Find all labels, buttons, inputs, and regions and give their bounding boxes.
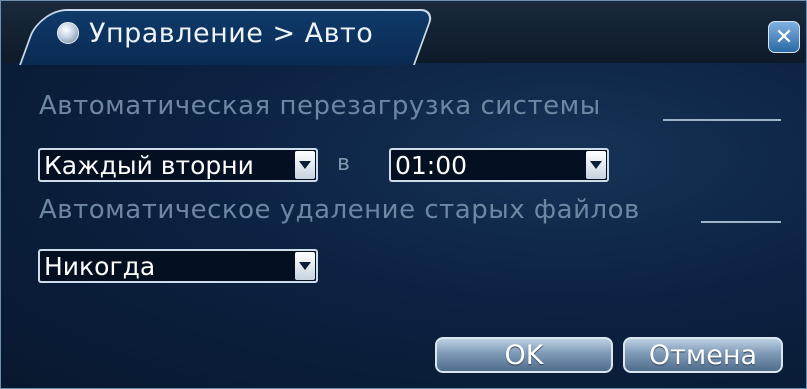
at-label: в xyxy=(337,151,350,176)
reboot-time-select[interactable]: 01:00 xyxy=(389,148,609,182)
camera-lens-icon xyxy=(57,22,79,44)
dialog-title: Управление > Авто xyxy=(89,17,374,49)
chevron-down-icon[interactable] xyxy=(295,252,315,280)
cancel-button[interactable]: Отмена xyxy=(623,337,783,373)
title-content: Управление > Авто xyxy=(57,15,373,51)
auto-reboot-label: Автоматическая перезагрузка системы xyxy=(39,91,601,121)
title-bar: Управление > Авто ✕ xyxy=(1,1,806,65)
ok-button[interactable]: OK xyxy=(435,337,613,373)
reboot-day-value: Каждый вторни xyxy=(44,150,254,180)
delete-old-files-select[interactable]: Никогда xyxy=(38,249,318,283)
delete-old-files-value: Никогда xyxy=(44,251,156,281)
auto-settings-dialog: Управление > Авто ✕ Автоматическая перез… xyxy=(0,0,807,389)
section-divider xyxy=(701,221,781,223)
chevron-down-icon[interactable] xyxy=(295,151,315,179)
auto-delete-label: Автоматическое удаление старых файлов xyxy=(39,195,640,225)
section-divider xyxy=(663,119,781,121)
reboot-time-value: 01:00 xyxy=(395,150,468,180)
reboot-day-select[interactable]: Каждый вторни xyxy=(38,148,318,182)
close-icon: ✕ xyxy=(774,24,794,50)
close-button[interactable]: ✕ xyxy=(768,21,800,53)
chevron-down-icon[interactable] xyxy=(586,151,606,179)
